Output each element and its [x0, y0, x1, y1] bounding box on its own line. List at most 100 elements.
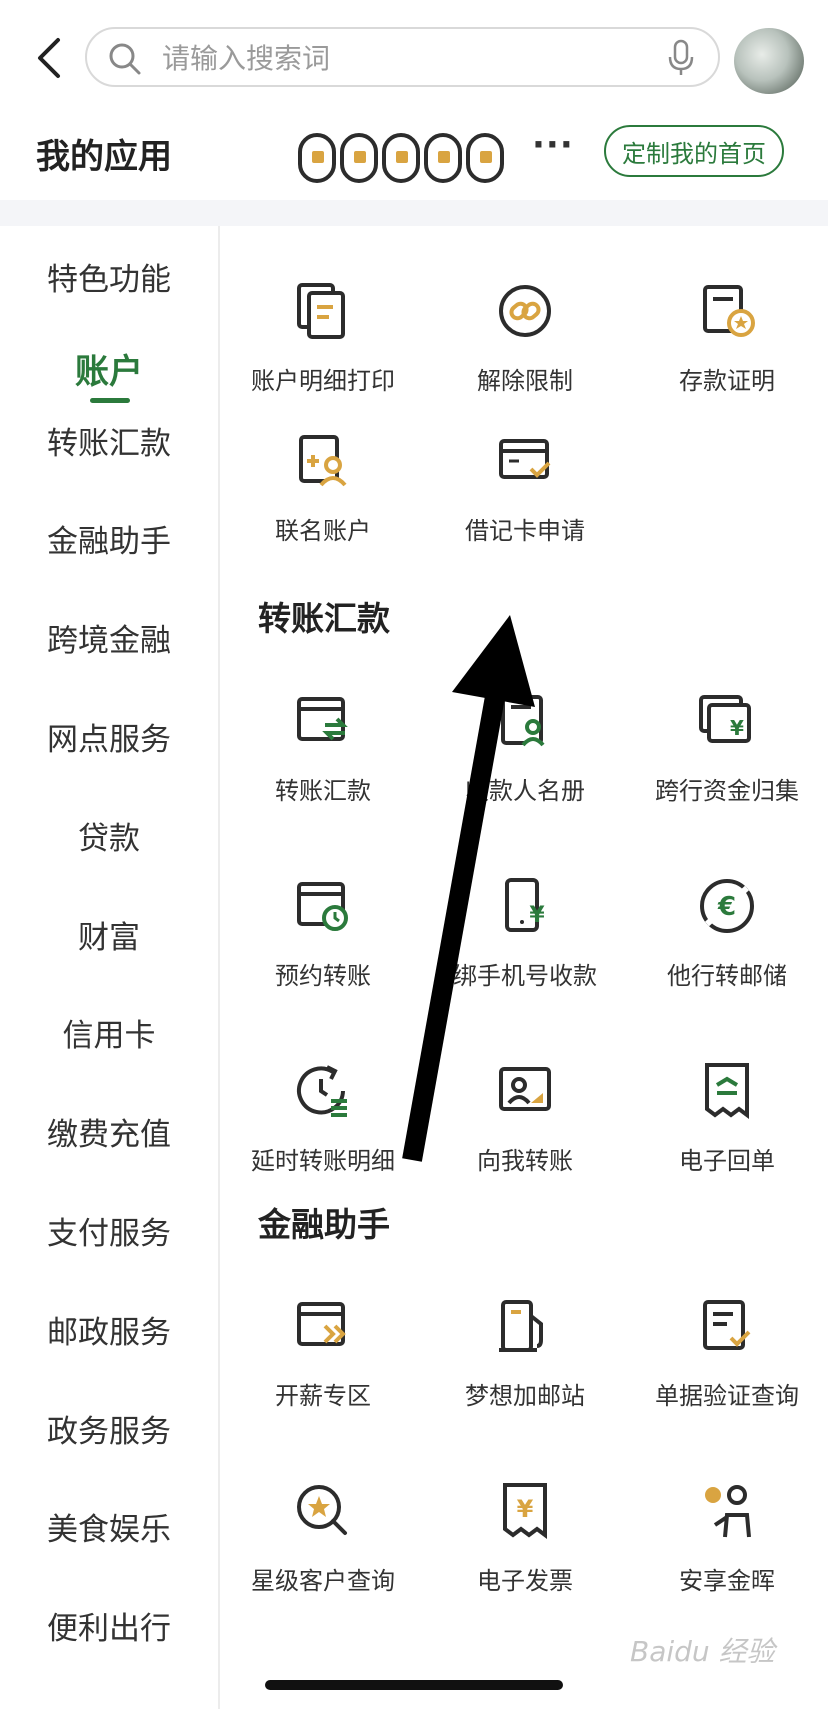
app-grid: 账户明细打印 解除限制 存款证明 联名账户 借记卡申请 转账汇款 转账汇款 收款…: [222, 226, 828, 1709]
tile-payee-list[interactable]: 收款人名册: [424, 691, 626, 841]
e-receipt-icon: [705, 1063, 749, 1119]
svg-text:¥: ¥: [730, 716, 744, 740]
tile-interbank-collection[interactable]: ¥ 跨行资金归集: [626, 691, 828, 841]
active-indicator: [90, 398, 130, 403]
my-apps-bar: 我的应用 ··· 定制我的首页: [0, 115, 828, 200]
sidebar-item-finance-assistant[interactable]: 金融助手: [0, 516, 218, 561]
app-thumb-icon[interactable]: [424, 133, 462, 183]
star-search-icon: [297, 1485, 347, 1535]
transfer-to-me-icon: [499, 1067, 551, 1111]
payee-list-icon: [501, 695, 545, 747]
app-thumb-icon[interactable]: [382, 133, 420, 183]
e-invoice-icon: ¥: [503, 1483, 547, 1539]
tile-scheduled-transfer[interactable]: 预约转账: [222, 876, 424, 1026]
tile-transfer-to-me[interactable]: 向我转账: [424, 1061, 626, 1211]
search-icon: [109, 43, 141, 75]
tile-label: 他行转邮储: [667, 962, 787, 990]
sidebar-item-bill-pay[interactable]: 缴费充值: [0, 1109, 218, 1154]
tile-label: 跨行资金归集: [655, 777, 799, 805]
tile-joint-account[interactable]: 联名账户: [222, 431, 424, 581]
tile-label: 梦想加邮站: [465, 1382, 585, 1410]
svg-text:¥: ¥: [529, 903, 545, 928]
sidebar-item-food-entertainment[interactable]: 美食娱乐: [0, 1504, 218, 1549]
tile-label: 收款人名册: [465, 777, 585, 805]
sidebar-item-loan[interactable]: 贷款: [0, 813, 218, 858]
tile-label: 单据验证查询: [655, 1382, 799, 1410]
tile-label: 存款证明: [679, 367, 775, 395]
tile-account-statement-print[interactable]: 账户明细打印: [222, 281, 424, 431]
tile-delayed-transfer-details[interactable]: 延时转账明细: [222, 1061, 424, 1211]
tile-other-bank-to-psbc[interactable]: € 他行转邮储: [626, 876, 828, 1026]
tile-star-customer-query[interactable]: 星级客户查询: [222, 1481, 424, 1631]
tile-debit-card-application[interactable]: 借记卡申请: [424, 431, 626, 581]
certificate-icon: [703, 285, 755, 337]
tile-e-receipt[interactable]: 电子回单: [626, 1061, 828, 1211]
sidebar-item-payment[interactable]: 支付服务: [0, 1208, 218, 1253]
svg-text:¥: ¥: [517, 1495, 534, 1523]
tile-e-invoice[interactable]: ¥ 电子发票: [424, 1481, 626, 1631]
tile-senior-service[interactable]: 安享金晖: [626, 1481, 828, 1631]
tile-dream-station[interactable]: 梦想加邮站: [424, 1296, 626, 1446]
transfer-icon: [297, 697, 348, 741]
sidebar-item-government[interactable]: 政务服务: [0, 1406, 218, 1451]
tile-salary-zone[interactable]: 开薪专区: [222, 1296, 424, 1446]
app-thumb-icon[interactable]: [340, 133, 378, 183]
tile-label: 向我转账: [477, 1147, 573, 1175]
search-box[interactable]: [85, 27, 720, 87]
tile-label: 电子发票: [477, 1567, 573, 1595]
more-icon[interactable]: ···: [532, 125, 574, 165]
tile-label: 联名账户: [275, 517, 371, 545]
sidebar-item-transfer[interactable]: 转账汇款: [0, 418, 218, 463]
sidebar-item-postal[interactable]: 邮政服务: [0, 1307, 218, 1352]
category-sidebar: 特色功能 账户 转账汇款 金融助手 跨境金融 网点服务 贷款 财富 信用卡 缴费…: [0, 226, 220, 1709]
divider: [0, 200, 828, 226]
tile-label: 安享金晖: [679, 1567, 775, 1595]
salary-icon: [297, 1302, 346, 1346]
home-indicator[interactable]: [265, 1680, 563, 1690]
sidebar-item-credit-card[interactable]: 信用卡: [0, 1010, 218, 1055]
back-arrow-icon: [38, 38, 60, 78]
copy-doc-icon: [297, 283, 345, 339]
scheduled-transfer-icon: [297, 882, 348, 931]
phone-receive-icon: ¥: [505, 878, 545, 932]
sidebar-item-featured[interactable]: 特色功能: [0, 254, 218, 299]
tile-label: 账户明细打印: [251, 367, 395, 395]
tile-label: 借记卡申请: [465, 517, 585, 545]
section-title-transfer: 转账汇款: [258, 599, 390, 638]
svg-text:€: €: [717, 892, 736, 922]
tile-label: 开薪专区: [275, 1382, 371, 1410]
tile-transfer[interactable]: 转账汇款: [222, 691, 424, 841]
section-title-finance-assistant: 金融助手: [258, 1205, 390, 1244]
tile-remove-restriction[interactable]: 解除限制: [424, 281, 626, 431]
customize-home-button[interactable]: 定制我的首页: [604, 125, 784, 177]
dream-station-icon: [499, 1300, 543, 1352]
tile-label: 预约转账: [275, 962, 371, 990]
sidebar-item-branch-service[interactable]: 网点服务: [0, 714, 218, 759]
sidebar-item-cross-border[interactable]: 跨境金融: [0, 615, 218, 660]
sidebar-item-account[interactable]: 账户: [0, 344, 218, 393]
sidebar-item-travel[interactable]: 便利出行: [0, 1603, 218, 1648]
tile-phone-number-receive[interactable]: ¥ 绑手机号收款: [424, 876, 626, 1026]
avatar[interactable]: [734, 28, 804, 94]
doc-verify-icon: [703, 1300, 751, 1350]
senior-icon: [705, 1485, 751, 1538]
tile-label: 电子回单: [679, 1147, 775, 1175]
tile-label: 绑手机号收款: [453, 962, 597, 990]
app-thumb-icon[interactable]: [466, 133, 504, 183]
my-apps-title: 我的应用: [36, 137, 172, 177]
my-apps-thumbnails[interactable]: [298, 133, 504, 191]
app-thumb-icon[interactable]: [298, 133, 336, 183]
search-input[interactable]: [162, 37, 632, 79]
tile-label: 转账汇款: [275, 777, 371, 805]
back-button[interactable]: [30, 34, 70, 82]
watermark: Baidu 经验: [630, 1635, 775, 1668]
card-check-icon: [499, 439, 551, 479]
top-bar: [0, 0, 828, 115]
bank-transfer-icon: €: [700, 879, 754, 933]
sidebar-item-wealth[interactable]: 财富: [0, 912, 218, 957]
tile-deposit-certificate[interactable]: 存款证明: [626, 281, 828, 431]
tile-label: 解除限制: [477, 367, 573, 395]
microphone-icon[interactable]: [666, 39, 696, 77]
tile-document-verification[interactable]: 单据验证查询: [626, 1296, 828, 1446]
delay-transfer-icon: [297, 1065, 347, 1117]
